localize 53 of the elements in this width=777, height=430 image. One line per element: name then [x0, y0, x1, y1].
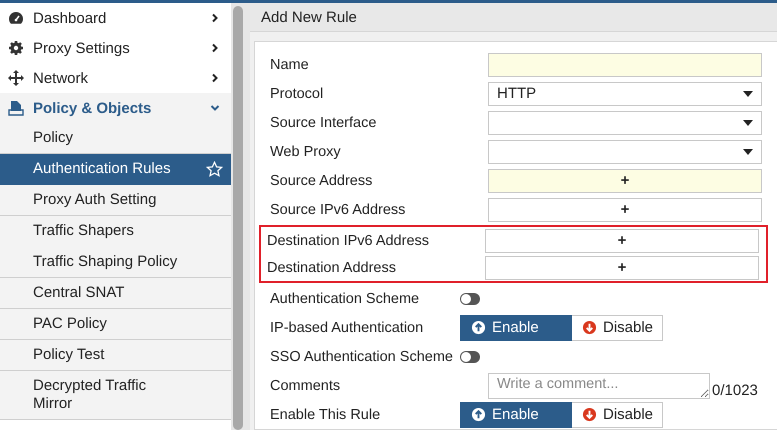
toggle-switch[interactable]: [460, 350, 480, 362]
address-picker[interactable]: +: [485, 256, 759, 280]
document-icon: [8, 100, 24, 116]
field-label: Source Address: [270, 173, 372, 189]
chevron-down-icon: [210, 103, 220, 113]
gauge-icon: [8, 10, 24, 26]
field-label: Authentication Scheme: [270, 291, 420, 307]
star-icon: [206, 160, 223, 178]
field-label: Destination Address: [267, 260, 396, 276]
arrow-down-circle-icon: [582, 320, 597, 335]
nav-item[interactable]: Dashboard: [0, 3, 231, 33]
field-label: Source IPv6 Address: [270, 202, 406, 218]
nav-item[interactable]: Network: [0, 63, 231, 93]
select-field[interactable]: HTTP: [488, 82, 762, 106]
field-label: Source Interface: [270, 115, 376, 131]
chevron-right-icon: [210, 13, 220, 23]
nav-item[interactable]: Proxy Settings: [0, 33, 231, 63]
radio-button[interactable]: Disable: [572, 402, 664, 428]
arrow-down-circle-icon: [582, 407, 597, 422]
toggle-switch[interactable]: [460, 292, 480, 304]
nav-subitem[interactable]: Traffic Shapers: [0, 216, 231, 247]
caret-icon: [743, 90, 753, 96]
address-picker[interactable]: +: [488, 168, 762, 192]
field-label: Name: [270, 57, 309, 73]
arrow-up-circle-icon: [471, 320, 486, 335]
field-label: Protocol: [270, 86, 324, 102]
arrow-up-circle-icon: [471, 407, 486, 422]
field-label: Comments: [270, 378, 340, 394]
caret-icon: [743, 148, 753, 154]
address-picker[interactable]: +: [485, 228, 759, 252]
radio-button[interactable]: Enable: [460, 402, 572, 428]
field-label: Web Proxy: [270, 144, 341, 160]
gear-icon: [8, 40, 24, 56]
chevron-right-icon: [210, 73, 220, 83]
chevron-right-icon: [210, 43, 220, 53]
character-counter: 0/1023: [712, 382, 758, 399]
field-label: SSO Authentication Scheme: [270, 349, 453, 365]
field-label: Enable This Rule: [270, 407, 380, 423]
scrollbar[interactable]: [233, 6, 243, 430]
text-input[interactable]: [488, 52, 762, 76]
comment-field[interactable]: Write a comment...: [488, 372, 710, 398]
select-field[interactable]: [488, 110, 762, 134]
radio-button[interactable]: Disable: [572, 314, 664, 340]
nav-subitem[interactable]: Authentication Rules: [0, 154, 231, 185]
nav-item[interactable]: Policy & Objects: [0, 93, 231, 123]
move-icon: [8, 70, 24, 86]
caret-icon: [743, 120, 753, 126]
field-label: Destination IPv6 Address: [267, 233, 430, 249]
radio-button[interactable]: Enable: [460, 314, 572, 340]
field-label: IP-based Authentication: [270, 320, 424, 336]
panel-title: Add New Rule: [261, 8, 357, 26]
select-field[interactable]: [488, 140, 762, 164]
address-picker[interactable]: +: [488, 198, 762, 222]
